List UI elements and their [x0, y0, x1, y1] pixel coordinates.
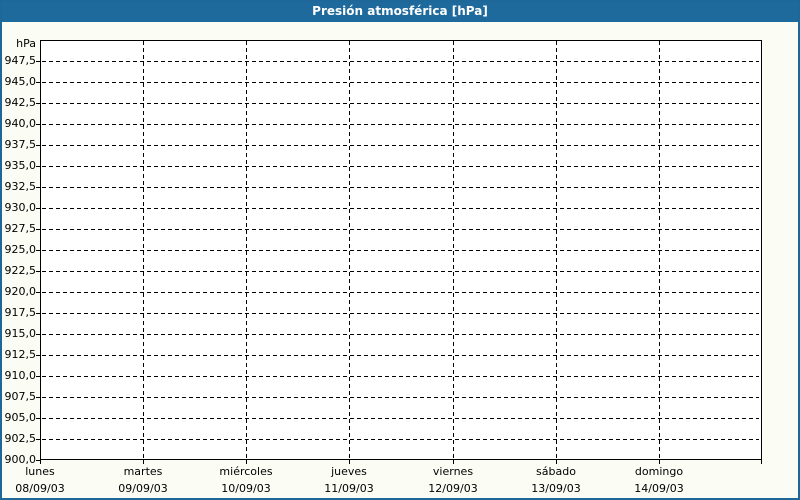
- y-tick-label: 935,0: [4, 159, 37, 172]
- x-day-label: jueves: [331, 465, 367, 478]
- y-tick-label: 925,0: [4, 243, 37, 256]
- y-tick-label: 947,5: [4, 54, 37, 67]
- y-gridline: [42, 187, 759, 188]
- y-tick-label: 922,5: [4, 264, 37, 277]
- x-day-label: lunes: [25, 465, 55, 478]
- y-gridline: [42, 418, 759, 419]
- x-gridline: [246, 41, 247, 459]
- x-date-label: 12/09/03: [428, 482, 478, 495]
- y-axis-tick: [36, 397, 40, 398]
- y-gridline: [42, 229, 759, 230]
- x-date-label: 10/09/03: [221, 482, 271, 495]
- y-axis-tick: [36, 418, 40, 419]
- y-axis-tick: [36, 187, 40, 188]
- y-axis-tick: [36, 271, 40, 272]
- y-axis-tick: [36, 229, 40, 230]
- y-tick-label: 940,0: [4, 117, 37, 130]
- y-tick-label: 917,5: [4, 306, 37, 319]
- x-date-label: 08/09/03: [15, 482, 65, 495]
- y-tick-label: 937,5: [4, 138, 37, 151]
- x-axis-tick: [349, 460, 350, 464]
- y-gridline: [42, 208, 759, 209]
- y-tick-label: 942,5: [4, 96, 37, 109]
- x-axis-tick: [143, 460, 144, 464]
- y-gridline: [42, 313, 759, 314]
- y-gridline: [42, 166, 759, 167]
- y-axis-tick: [36, 145, 40, 146]
- y-axis-tick: [36, 61, 40, 62]
- y-gridline: [42, 292, 759, 293]
- app-window: Presión atmosférica [hPa] 947,5 945,0 942,…: [0, 0, 800, 500]
- y-gridline: [42, 250, 759, 251]
- y-gridline: [42, 82, 759, 83]
- y-gridline: [42, 61, 759, 62]
- y-gridline: [42, 271, 759, 272]
- x-date-label: 09/09/03: [118, 482, 168, 495]
- x-axis-tick: [659, 460, 660, 464]
- y-tick-label: 905,0: [4, 411, 37, 424]
- x-day-label: domingo: [634, 465, 684, 478]
- y-axis-tick: [36, 439, 40, 440]
- y-axis-tick: [36, 250, 40, 251]
- y-tick-label: 910,0: [4, 369, 37, 382]
- y-axis-tick: [36, 82, 40, 83]
- x-gridline: [143, 41, 144, 459]
- y-axis-tick: [36, 292, 40, 293]
- y-axis-tick: [36, 334, 40, 335]
- x-gridline: [453, 41, 454, 459]
- x-date-label: 11/09/03: [324, 482, 374, 495]
- chart-title: Presión atmosférica [hPa]: [312, 4, 488, 18]
- y-tick-label: 907,5: [4, 390, 37, 403]
- x-day-label: viernes: [432, 465, 474, 478]
- y-tick-label: 932,5: [4, 180, 37, 193]
- x-gridline: [659, 41, 660, 459]
- y-tick-label: 945,0: [4, 75, 37, 88]
- x-axis-tick: [761, 460, 762, 464]
- y-gridline: [42, 124, 759, 125]
- x-date-label: 14/09/03: [634, 482, 684, 495]
- y-gridline: [42, 334, 759, 335]
- y-tick-label: 927,5: [4, 222, 37, 235]
- y-axis-tick: [36, 103, 40, 104]
- y-axis-unit-label: hPa: [16, 37, 36, 50]
- y-tick-label: 920,0: [4, 285, 37, 298]
- x-axis-tick: [246, 460, 247, 464]
- y-tick-label: 902,5: [4, 432, 37, 445]
- y-gridline: [42, 376, 759, 377]
- y-tick-label: 912,5: [4, 348, 37, 361]
- x-date-label: 13/09/03: [531, 482, 581, 495]
- y-tick-label: 930,0: [4, 201, 37, 214]
- x-axis-tick: [556, 460, 557, 464]
- x-axis-tick: [40, 460, 41, 464]
- y-axis-tick: [36, 376, 40, 377]
- y-gridline: [42, 439, 759, 440]
- y-tick-label: 915,0: [4, 327, 37, 340]
- y-axis-tick: [36, 166, 40, 167]
- y-gridline: [42, 355, 759, 356]
- y-axis-tick: [36, 313, 40, 314]
- y-gridline: [42, 145, 759, 146]
- x-gridline: [556, 41, 557, 459]
- x-axis-tick: [453, 460, 454, 464]
- x-gridline: [349, 41, 350, 459]
- x-day-label: martes: [123, 465, 163, 478]
- y-gridline: [42, 103, 759, 104]
- title-bar: Presión atmosférica [hPa]: [0, 0, 800, 22]
- x-day-label: miércoles: [219, 465, 273, 478]
- plot-area: [40, 40, 762, 460]
- y-axis-tick: [36, 124, 40, 125]
- x-day-label: sábado: [536, 465, 576, 478]
- y-gridline: [42, 397, 759, 398]
- y-axis-tick: [36, 355, 40, 356]
- y-axis-tick: [36, 208, 40, 209]
